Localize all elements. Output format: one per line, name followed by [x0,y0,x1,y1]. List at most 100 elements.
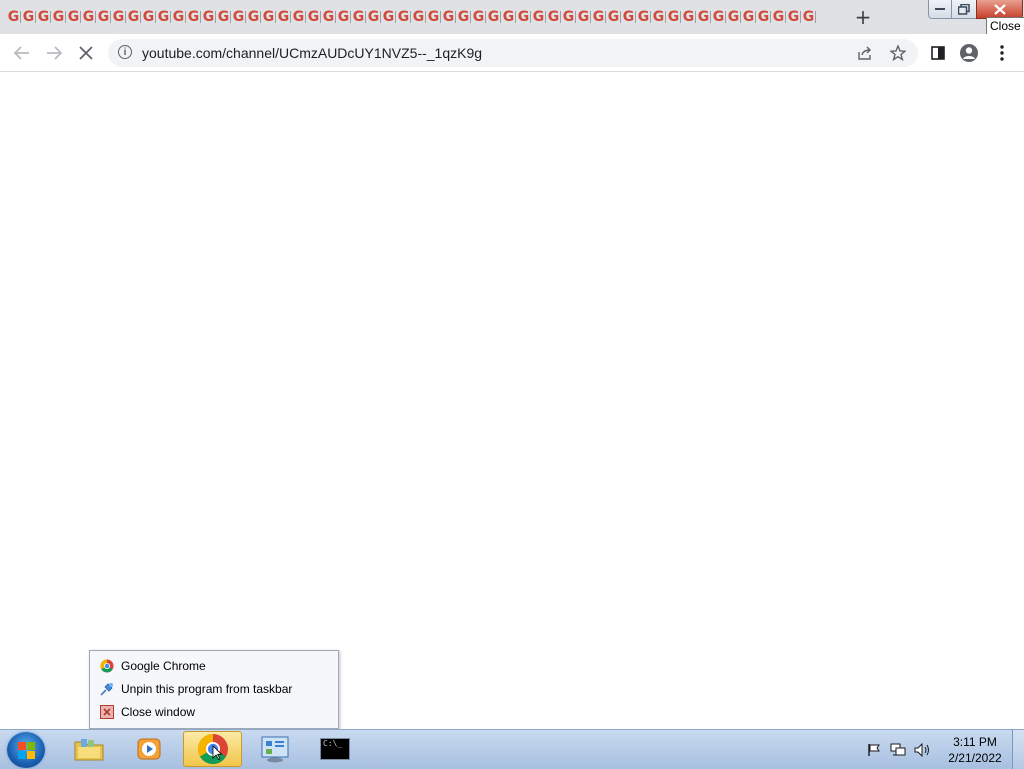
browser-tab[interactable]: G [786,6,801,28]
google-favicon-icon: G [127,9,140,25]
folder-icon [74,739,104,761]
jumplist-item-unpin[interactable]: Unpin this program from taskbar [90,678,338,700]
browser-tab[interactable]: G [726,6,741,28]
browser-tab[interactable]: G [561,6,576,28]
browser-tab[interactable]: G [546,6,561,28]
browser-tab[interactable]: G [591,6,606,28]
browser-tab[interactable]: G [156,6,171,28]
address-bar[interactable]: i youtube.com/channel/UCmzAUDcUY1NVZ5--_… [108,39,918,67]
browser-tab[interactable]: G [201,6,216,28]
menu-icon [1000,45,1004,61]
browser-tab[interactable]: G [396,6,411,28]
forward-button[interactable] [43,42,65,64]
back-button[interactable] [11,42,33,64]
bookmark-button[interactable] [888,43,908,63]
browser-tab[interactable]: G [501,6,516,28]
browser-tab[interactable]: G [336,6,351,28]
taskbar-explorer-button[interactable] [66,731,112,767]
browser-tab[interactable]: G [651,6,666,28]
google-favicon-icon: G [367,9,380,25]
restore-button[interactable] [951,0,977,19]
clock-date: 2/21/2022 [948,751,1002,765]
browser-tab[interactable]: G [6,6,21,28]
browser-tab[interactable]: G [441,6,456,28]
browser-tab[interactable]: G [771,6,786,28]
google-favicon-icon: G [442,9,455,25]
google-favicon-icon: G [427,9,440,25]
minimize-button[interactable] [928,0,952,19]
profile-button[interactable] [958,42,980,64]
browser-tab[interactable]: G [516,6,531,28]
google-favicon-icon: G [292,9,305,25]
browser-tab[interactable]: G [21,6,36,28]
browser-tab[interactable]: G [666,6,681,28]
browser-tab[interactable]: G [801,6,816,28]
address-url[interactable]: youtube.com/channel/UCmzAUDcUY1NVZ5--_1q… [142,45,482,61]
chrome-menu-button[interactable] [991,42,1013,64]
browser-tab[interactable]: G [51,6,66,28]
google-favicon-icon: G [322,9,335,25]
jumplist-item-google-chrome[interactable]: Google Chrome [90,655,338,677]
browser-tab[interactable]: G [411,6,426,28]
browser-tab[interactable]: G [126,6,141,28]
site-info-icon[interactable]: i [118,45,132,59]
browser-tab[interactable]: G [576,6,591,28]
taskbar-control-panel-button[interactable] [247,731,303,767]
google-favicon-icon: G [397,9,410,25]
browser-tab[interactable]: G [216,6,231,28]
browser-tab[interactable]: G [246,6,261,28]
browser-tab[interactable]: G [621,6,636,28]
browser-tab[interactable]: G [306,6,321,28]
browser-tab[interactable]: G [741,6,756,28]
browser-tab[interactable]: G [696,6,711,28]
browser-tab[interactable]: G [636,6,651,28]
browser-tab[interactable]: G [66,6,81,28]
google-favicon-icon: G [772,9,785,25]
jumplist-item-close-window[interactable]: Close window [90,701,338,723]
browser-tab[interactable]: G [366,6,381,28]
new-tab-button[interactable]: + [852,5,874,29]
browser-tab[interactable]: G [381,6,396,28]
share-button[interactable] [855,43,875,63]
browser-tab[interactable]: G [321,6,336,28]
browser-tab[interactable]: G [291,6,306,28]
volume-button[interactable] [914,742,930,758]
stop-loading-button[interactable] [75,42,97,64]
browser-tab[interactable]: G [186,6,201,28]
browser-tab[interactable]: G [141,6,156,28]
restore-icon [958,3,970,15]
browser-tab[interactable]: G [351,6,366,28]
taskbar-chrome-button[interactable] [183,731,242,767]
browser-tab[interactable]: G [756,6,771,28]
browser-tab[interactable]: G [606,6,621,28]
show-desktop-button[interactable] [1012,730,1024,769]
browser-tab[interactable]: G [456,6,471,28]
browser-tab[interactable]: G [261,6,276,28]
google-favicon-icon: G [697,9,710,25]
bookmark-star-icon [890,45,906,61]
windows-logo-icon [18,742,35,759]
browser-tab[interactable]: G [96,6,111,28]
browser-tab[interactable]: G [36,6,51,28]
taskbar-cmd-button[interactable]: C:\_ [307,731,363,767]
browser-tab[interactable]: G [276,6,291,28]
browser-tab[interactable]: G [111,6,126,28]
unpin-icon [100,683,113,696]
browser-tab[interactable]: G [81,6,96,28]
network-button[interactable] [890,742,906,758]
browser-tab[interactable]: G [231,6,246,28]
taskbar-media-player-button[interactable] [127,731,173,767]
browser-tab[interactable]: G [426,6,441,28]
browser-tab[interactable]: G [471,6,486,28]
side-panel-button[interactable] [927,42,949,64]
google-favicon-icon: G [532,9,545,25]
browser-tab[interactable]: G [681,6,696,28]
taskbar-clock[interactable]: 3:11 PM 2/21/2022 [943,734,1007,766]
browser-tab[interactable]: G [171,6,186,28]
start-button[interactable] [7,732,45,768]
browser-tab[interactable]: G [531,6,546,28]
browser-tab[interactable]: G [711,6,726,28]
action-center-button[interactable] [866,742,882,758]
browser-tab[interactable]: G [486,6,501,28]
google-favicon-icon: G [217,9,230,25]
